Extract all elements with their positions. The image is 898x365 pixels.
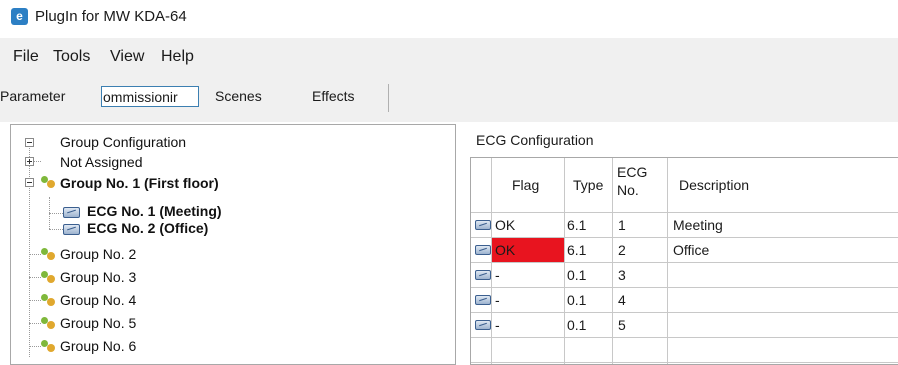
tree-item-group-6[interactable]: Group No. 6 — [60, 338, 136, 354]
ecg-icon — [475, 295, 491, 305]
cell-description[interactable]: Meeting — [673, 217, 723, 233]
cell-flag[interactable]: OK — [495, 242, 515, 258]
title-bar: e PlugIn for MW KDA-64 — [0, 0, 898, 34]
tab-parameter[interactable]: Parameter — [0, 88, 65, 104]
tree-root-group-configuration[interactable]: Group Configuration — [60, 134, 186, 150]
cell-ecg-no[interactable]: 4 — [618, 292, 626, 308]
tree-item-group-1[interactable]: Group No. 1 (First floor) — [60, 175, 219, 191]
group-icon — [41, 247, 56, 260]
tree-item-ecg-2[interactable]: ECG No. 2 (Office) — [87, 220, 208, 236]
ecg-table[interactable]: Flag Type ECG No. Description OK 6.1 1 M… — [470, 157, 898, 365]
cell-flag[interactable]: - — [495, 317, 500, 333]
window-title: PlugIn for MW KDA-64 — [35, 8, 187, 25]
ecg-icon — [475, 320, 491, 330]
cell-type[interactable]: 0.1 — [567, 317, 586, 333]
column-header-flag[interactable]: Flag — [512, 177, 539, 193]
ecg-icon — [63, 207, 80, 218]
menu-tools[interactable]: Tools — [53, 48, 90, 66]
cell-type[interactable]: 0.1 — [567, 292, 586, 308]
ecg-icon — [475, 220, 491, 230]
tab-effects[interactable]: Effects — [312, 88, 355, 104]
group-icon — [41, 175, 56, 188]
tab-scenes[interactable]: Scenes — [215, 88, 262, 104]
ecg-icon — [475, 270, 491, 280]
ecg-configuration-title: ECG Configuration — [476, 132, 594, 148]
ecg-icon — [475, 245, 491, 255]
cell-flag[interactable]: - — [495, 267, 500, 283]
menu-help[interactable]: Help — [161, 48, 194, 66]
tree-item-ecg-1[interactable]: ECG No. 1 (Meeting) — [87, 203, 222, 219]
tree-item-not-assigned[interactable]: Not Assigned — [60, 154, 143, 170]
ecg-icon — [63, 224, 80, 235]
menu-bar: File Tools View Help — [0, 38, 898, 78]
cell-ecg-no[interactable]: 3 — [618, 267, 626, 283]
cell-ecg-no[interactable]: 2 — [618, 242, 626, 258]
cell-type[interactable]: 6.1 — [567, 217, 586, 233]
column-header-description[interactable]: Description — [679, 177, 749, 193]
column-header-ecg-no-line1[interactable]: ECG — [617, 164, 647, 180]
group-icon — [41, 316, 56, 329]
tab-strip: Parameter ommissionir Scenes Effects — [0, 78, 898, 118]
tree-item-group-2[interactable]: Group No. 2 — [60, 246, 136, 262]
tree-item-group-5[interactable]: Group No. 5 — [60, 315, 136, 331]
app-e-icon: e — [11, 8, 28, 25]
expand-not-assigned-icon[interactable] — [25, 157, 34, 166]
group-icon — [41, 293, 56, 306]
tree-item-group-3[interactable]: Group No. 3 — [60, 269, 136, 285]
group-icon — [41, 270, 56, 283]
cell-ecg-no[interactable]: 5 — [618, 317, 626, 333]
group-icon — [41, 339, 56, 352]
tab-commissioning[interactable]: ommissionir — [101, 86, 199, 107]
collapse-root-icon[interactable] — [25, 138, 34, 147]
group-tree[interactable]: Group Configuration Not Assigned Group N… — [10, 124, 456, 365]
cell-ecg-no[interactable]: 1 — [618, 217, 626, 233]
cell-flag[interactable]: OK — [495, 217, 515, 233]
menu-view[interactable]: View — [110, 48, 144, 66]
cell-type[interactable]: 6.1 — [567, 242, 586, 258]
column-header-type[interactable]: Type — [573, 177, 603, 193]
tree-item-group-4[interactable]: Group No. 4 — [60, 292, 136, 308]
cell-flag[interactable]: - — [495, 292, 500, 308]
cell-description[interactable]: Office — [673, 242, 709, 258]
collapse-group1-icon[interactable] — [25, 178, 34, 187]
column-header-ecg-no-line2[interactable]: No. — [617, 182, 639, 198]
cell-type[interactable]: 0.1 — [567, 267, 586, 283]
toolbar-separator — [388, 84, 389, 112]
menu-file[interactable]: File — [13, 48, 39, 66]
